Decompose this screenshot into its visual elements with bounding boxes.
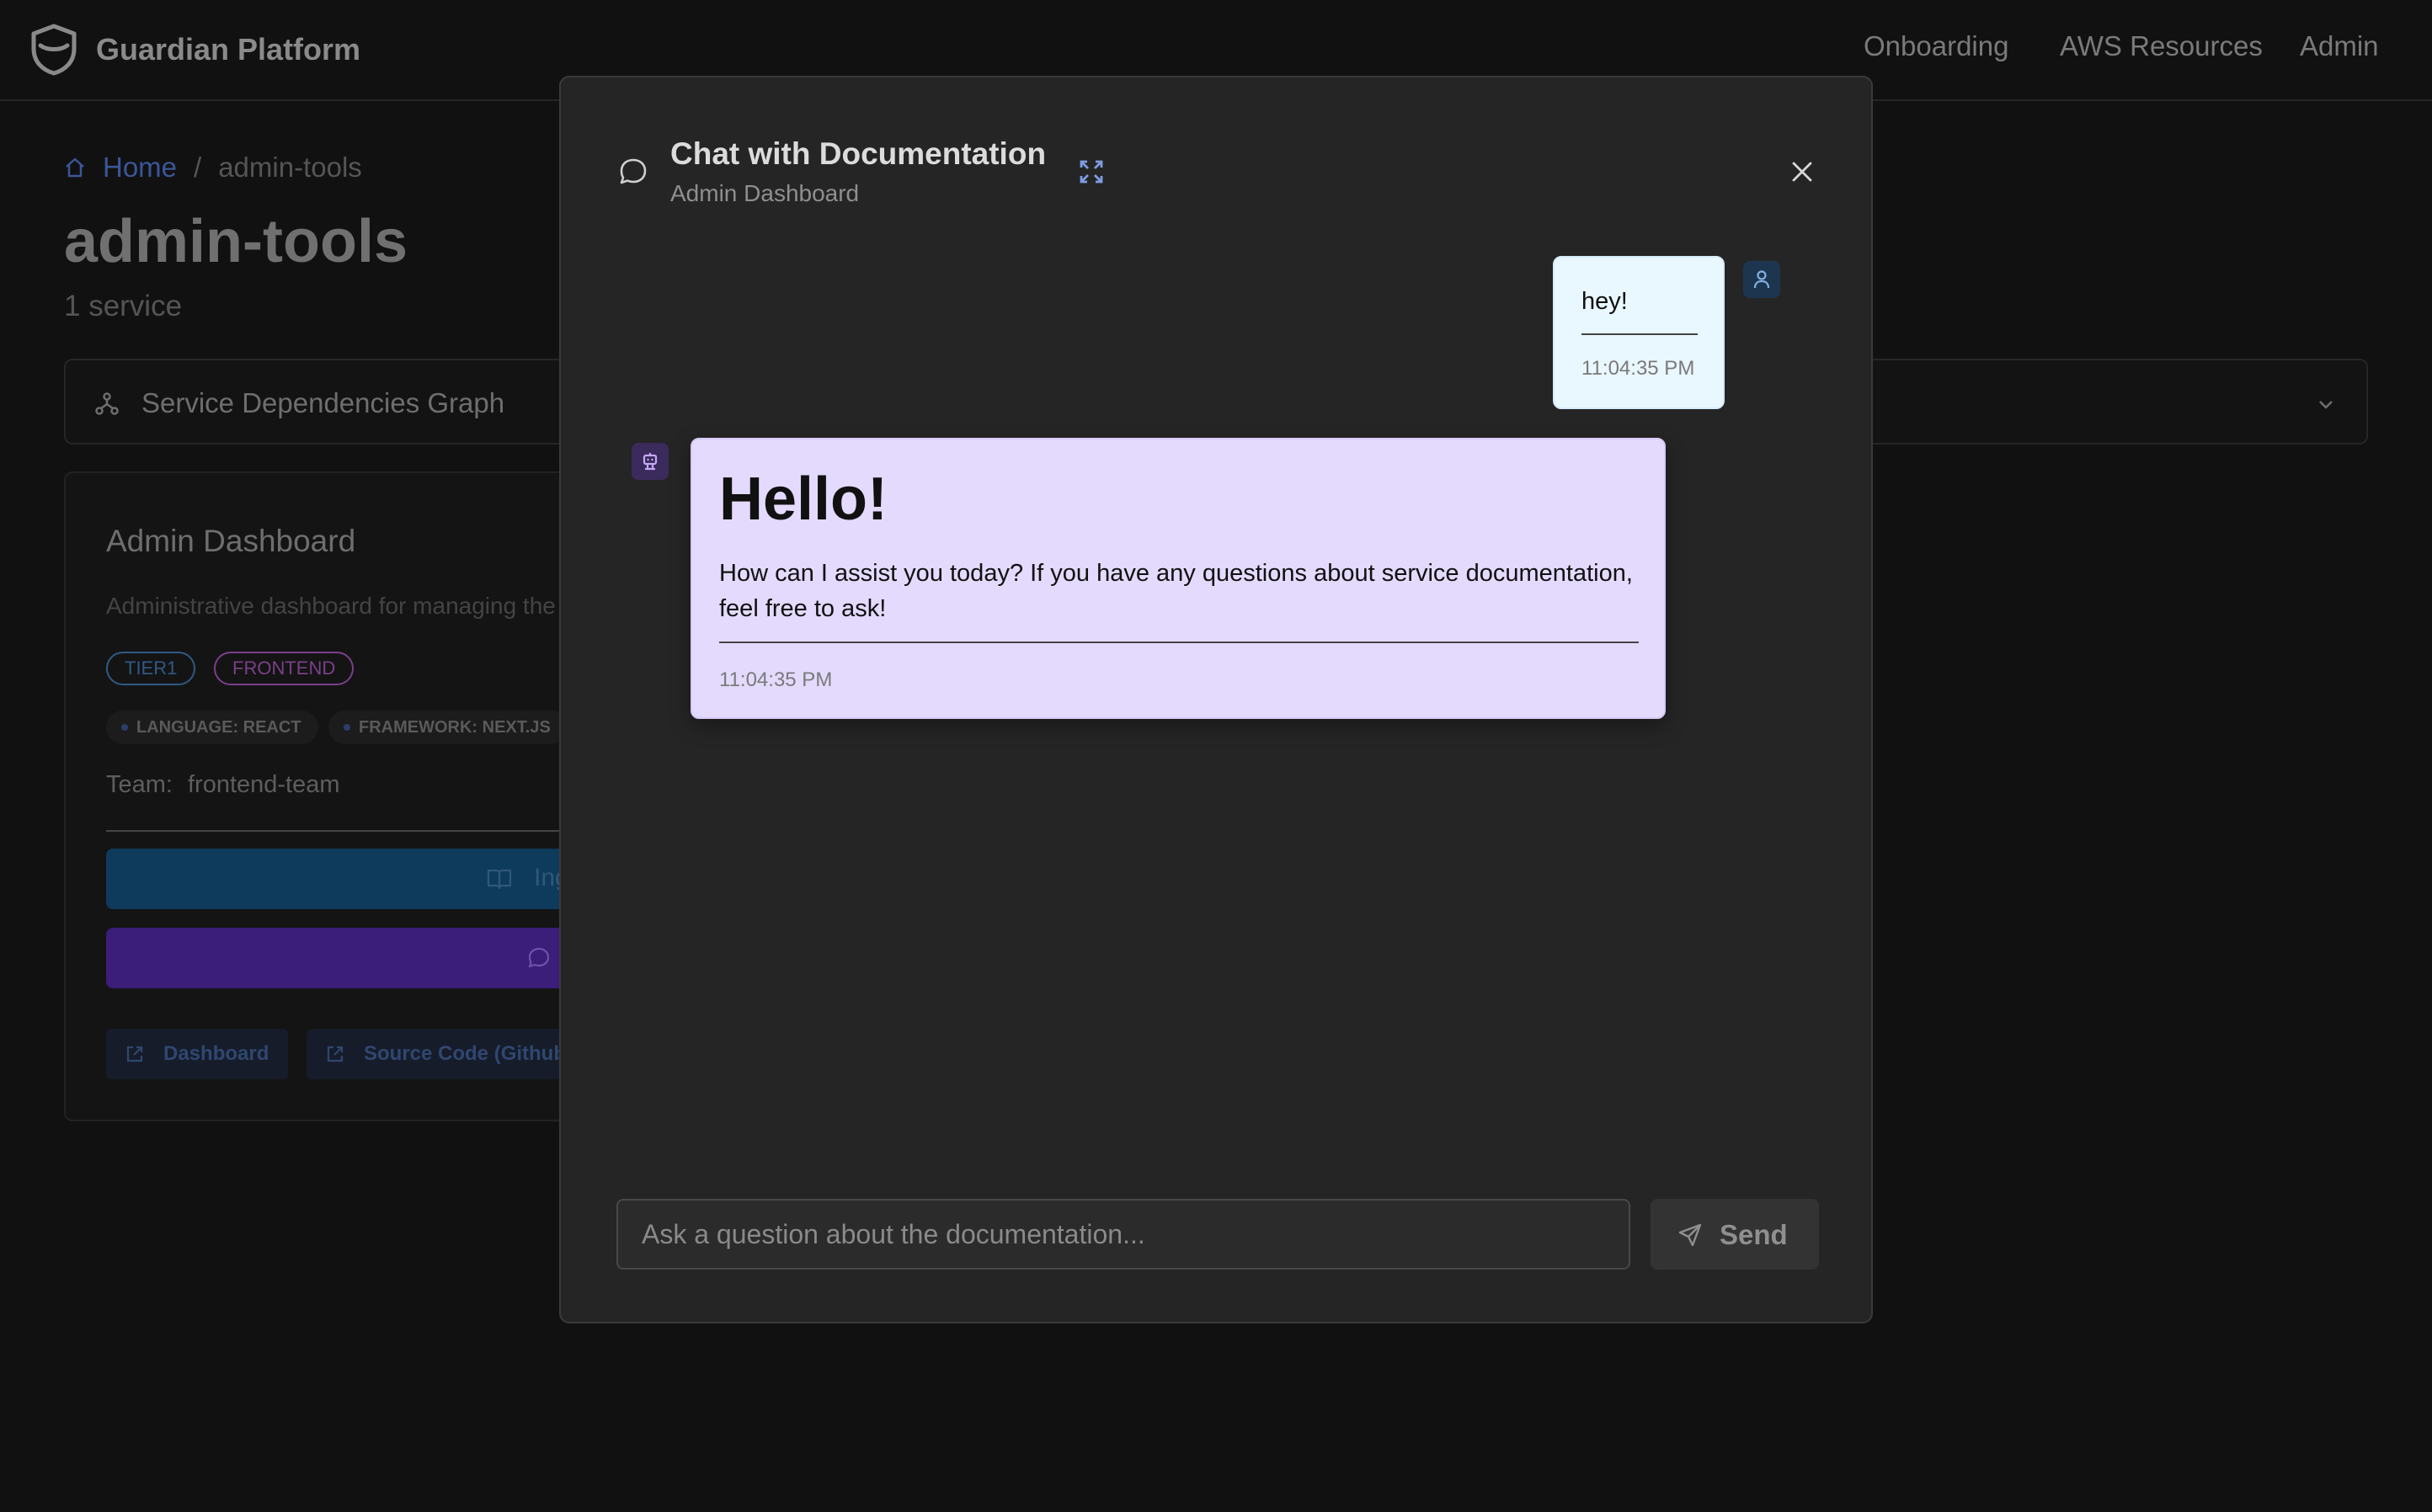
brand-name: Guardian Platform <box>96 32 361 67</box>
external-link-icon <box>126 1046 143 1062</box>
send-label: Send <box>1720 1219 1788 1250</box>
book-icon <box>487 869 512 890</box>
user-avatar <box>1743 261 1780 298</box>
tag-tier: TIER1 <box>106 652 196 685</box>
service-card: Admin Dashboard Administrative dashboard… <box>64 471 588 1121</box>
page-title: admin-tools <box>64 208 408 275</box>
meta-language: LANGUAGE: REACT <box>106 711 318 744</box>
ingest-docs-button[interactable]: Ing <box>106 849 588 909</box>
team-value: frontend-team <box>187 771 340 798</box>
dependencies-label: Service Dependencies Graph <box>141 387 505 418</box>
chat-modal: Chat with Documentation Admin Dashboard … <box>559 76 1873 1323</box>
nav-admin[interactable]: Admin <box>2300 30 2379 62</box>
message-divider <box>1581 333 1698 335</box>
meta-framework: FRAMEWORK: NEXT.JS <box>328 711 568 744</box>
modal-subtitle: Admin Dashboard <box>670 180 860 206</box>
assistant-message-text: How can I assist you today? If you have … <box>719 560 1633 622</box>
assistant-message: Hello! How can I assist you today? If yo… <box>691 438 1666 719</box>
breadcrumb-current: admin-tools <box>218 152 362 183</box>
page-subtitle: 1 service <box>64 290 183 322</box>
brand[interactable]: Guardian Platform <box>30 24 360 76</box>
graph-icon <box>95 392 119 415</box>
user-message: hey! 11:04:35 PM <box>1553 256 1725 409</box>
chat-input[interactable] <box>616 1199 1630 1270</box>
send-button[interactable]: Send <box>1651 1199 1819 1270</box>
shield-logo-icon <box>31 24 77 76</box>
nav-onboarding[interactable]: Onboarding <box>1864 30 2008 62</box>
team-info: Team: frontend-team <box>106 771 340 799</box>
chat-bubble-icon <box>620 158 647 184</box>
nav-aws-resources[interactable]: AWS Resources <box>2060 30 2263 62</box>
source-code-link-label: Source Code (Github) <box>364 1042 573 1065</box>
close-icon[interactable] <box>1789 158 1816 185</box>
dashboard-link-label: Dashboard <box>163 1042 269 1065</box>
divider <box>106 830 586 832</box>
breadcrumb-home-link[interactable]: Home <box>103 152 177 184</box>
assistant-message-heading: Hello! <box>719 466 888 533</box>
breadcrumb-separator: / <box>194 152 202 183</box>
external-link-icon <box>327 1046 344 1062</box>
tag-frontend: FRONTEND <box>214 652 355 685</box>
dashboard-link[interactable]: Dashboard <box>106 1029 288 1079</box>
chat-bubble-icon <box>528 947 550 968</box>
team-label: Team: <box>106 771 173 798</box>
user-icon <box>1753 270 1770 289</box>
service-title: Admin Dashboard <box>106 524 356 558</box>
service-description: Administrative dashboard for managing th… <box>106 593 576 619</box>
maximize-icon[interactable] <box>1078 158 1105 185</box>
send-icon <box>1678 1223 1702 1247</box>
modal-title: Chat with Documentation <box>670 136 1047 171</box>
assistant-message-time: 11:04:35 PM <box>719 668 833 691</box>
breadcrumb: Home / admin-tools <box>64 152 362 184</box>
bot-icon <box>643 453 658 471</box>
user-message-time: 11:04:35 PM <box>1581 357 1695 380</box>
chat-docs-button[interactable] <box>106 928 588 988</box>
home-icon <box>66 157 84 178</box>
chevron-down-icon <box>2319 401 2333 409</box>
assistant-avatar <box>632 443 669 480</box>
message-divider <box>719 642 1639 643</box>
source-code-link[interactable]: Source Code (Github) <box>307 1029 576 1079</box>
user-message-text: hey! <box>1581 288 1628 315</box>
